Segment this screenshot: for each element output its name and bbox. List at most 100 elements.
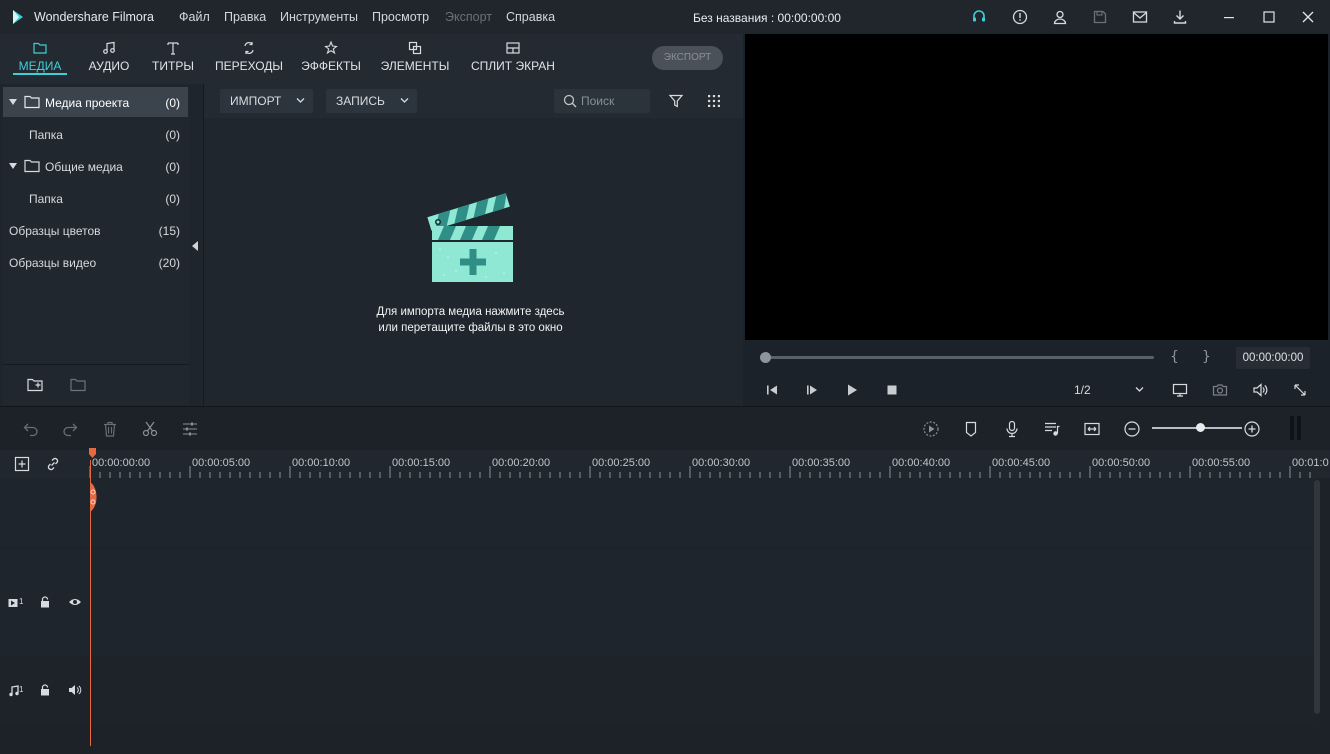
sidebar-item-project-folder[interactable]: Папка (0) <box>3 119 188 149</box>
grid-view-icon[interactable] <box>706 93 722 109</box>
export-button[interactable]: ЭКСПОРТ <box>652 46 723 70</box>
sidebar-item-count: (0) <box>165 160 180 174</box>
account-icon[interactable] <box>1052 9 1068 25</box>
info-icon[interactable] <box>1012 9 1028 25</box>
chevron-down-icon <box>1135 387 1144 392</box>
search-box[interactable] <box>554 89 650 113</box>
video-track-1[interactable] <box>0 549 1314 657</box>
mark-out-button[interactable]: } <box>1202 349 1211 365</box>
menu-help[interactable]: Справка <box>506 10 555 24</box>
mark-in-button[interactable]: { <box>1170 349 1179 365</box>
menu-export[interactable]: Экспорт <box>445 10 492 24</box>
tab-elements[interactable]: ЭЛЕМЕНТЫ <box>378 34 452 84</box>
search-input[interactable] <box>581 93 645 109</box>
microphone-icon[interactable] <box>1003 420 1021 438</box>
import-hint-line-1[interactable]: Для импорта медиа нажмите здесь <box>204 306 737 318</box>
lock-icon[interactable] <box>38 596 52 608</box>
playhead-cap[interactable] <box>89 448 97 458</box>
fullscreen-icon[interactable] <box>1292 382 1308 398</box>
volume-icon[interactable] <box>1252 382 1268 398</box>
split-screen-icon <box>506 42 520 54</box>
tab-titles[interactable]: ТИТРЫ <box>150 34 196 84</box>
tab-split-screen[interactable]: СПЛИТ ЭКРАН <box>467 34 559 84</box>
adjust-sliders-icon[interactable] <box>181 420 199 438</box>
snapshot-camera-icon[interactable] <box>1212 382 1228 398</box>
audio-track-1[interactable] <box>0 658 1314 726</box>
trash-icon[interactable] <box>101 420 119 438</box>
download-icon[interactable] <box>1172 9 1188 25</box>
render-preview-icon[interactable] <box>922 420 940 438</box>
menu-edit[interactable]: Правка <box>224 10 266 24</box>
collapse-sidebar-icon[interactable] <box>191 241 199 251</box>
music-note-icon <box>103 41 115 54</box>
undo-icon[interactable] <box>22 420 40 438</box>
app-name: Wondershare Filmora <box>34 10 154 24</box>
playback-quality-dropdown[interactable]: 1/2 <box>1068 378 1150 402</box>
active-tab-indicator <box>13 73 67 75</box>
mail-icon[interactable] <box>1132 9 1148 25</box>
minimize-icon[interactable] <box>1221 9 1237 25</box>
timeline-track-area <box>0 478 1330 754</box>
tab-transitions[interactable]: ПЕРЕХОДЫ <box>212 34 286 84</box>
timeline-vertical-scrollbar[interactable] <box>1314 480 1320 714</box>
timeline-audio-meter-icon[interactable] <box>1289 416 1303 440</box>
zoom-slider-handle[interactable] <box>1196 423 1205 432</box>
sidebar-item-label: Образцы видео <box>9 256 97 270</box>
zoom-out-icon[interactable] <box>1123 420 1141 438</box>
audio-mixer-icon[interactable] <box>1043 420 1061 438</box>
empty-track-drop-zone[interactable] <box>0 478 1314 548</box>
expand-triangle-icon[interactable] <box>9 162 17 170</box>
import-dropdown[interactable]: ИМПОРТ <box>220 89 313 113</box>
tab-media[interactable]: МЕДИА <box>13 34 67 84</box>
preview-scrubber-track[interactable] <box>766 356 1154 359</box>
text-icon <box>167 42 179 55</box>
tab-effects-label: ЭФФЕКТЫ <box>301 59 361 73</box>
next-frame-icon[interactable] <box>804 382 820 398</box>
playhead-scissors-handle[interactable] <box>88 480 102 514</box>
folder-icon <box>24 159 40 173</box>
previous-frame-icon[interactable] <box>764 382 780 398</box>
sidebar-item-label: Медиа проекта <box>45 96 130 110</box>
menu-view[interactable]: Просмотр <box>372 10 429 24</box>
redo-icon[interactable] <box>61 420 79 438</box>
document-title: Без названия : 00:00:00:00 <box>693 11 841 25</box>
expand-triangle-icon[interactable] <box>9 98 17 106</box>
scissors-icon[interactable] <box>141 420 159 438</box>
eye-icon[interactable] <box>68 596 82 608</box>
tab-audio[interactable]: АУДИО <box>84 34 134 84</box>
marker-icon[interactable] <box>962 420 980 438</box>
sidebar-item-color-samples[interactable]: Образцы цветов (15) <box>3 215 188 245</box>
import-hint-line-2[interactable]: или перетащите файлы в это окно <box>204 322 737 334</box>
filter-icon[interactable] <box>668 93 684 109</box>
sidebar-item-label: Папка <box>29 128 63 142</box>
speaker-icon[interactable] <box>68 684 82 696</box>
lock-icon[interactable] <box>38 684 52 696</box>
tab-split-screen-label: СПЛИТ ЭКРАН <box>471 59 555 73</box>
tab-titles-label: ТИТРЫ <box>152 59 194 73</box>
menu-tools[interactable]: Инструменты <box>280 10 358 24</box>
sidebar-item-count: (0) <box>165 128 180 142</box>
tab-effects[interactable]: ЭФФЕКТЫ <box>300 34 362 84</box>
save-icon[interactable] <box>1092 9 1108 25</box>
sidebar-item-video-samples[interactable]: Образцы видео (20) <box>3 247 188 277</box>
sidebar-item-project-media[interactable]: Медиа проекта (0) <box>3 87 188 117</box>
stop-icon[interactable] <box>884 382 900 398</box>
import-clapperboard-icon[interactable] <box>426 187 520 285</box>
sidebar-item-shared-media[interactable]: Общие медиа (0) <box>3 151 188 181</box>
media-toolbar: ИМПОРТ ЗАПИСЬ <box>204 84 743 118</box>
headset-icon[interactable] <box>971 9 987 25</box>
maximize-icon[interactable] <box>1261 9 1277 25</box>
menu-file[interactable]: Файл <box>179 10 210 24</box>
play-icon[interactable] <box>844 382 860 398</box>
delete-folder-icon[interactable] <box>70 378 86 392</box>
preview-scrubber-handle[interactable] <box>760 352 771 363</box>
chevron-down-icon <box>400 98 409 103</box>
close-icon[interactable] <box>1300 9 1316 25</box>
record-dropdown[interactable]: ЗАПИСЬ <box>326 89 417 113</box>
chevron-down-icon <box>296 98 305 103</box>
zoom-in-icon[interactable] <box>1243 420 1261 438</box>
display-settings-icon[interactable] <box>1172 382 1188 398</box>
sidebar-item-shared-folder[interactable]: Папка (0) <box>3 183 188 213</box>
fit-timeline-icon[interactable] <box>1083 420 1101 438</box>
new-folder-icon[interactable] <box>27 378 43 392</box>
